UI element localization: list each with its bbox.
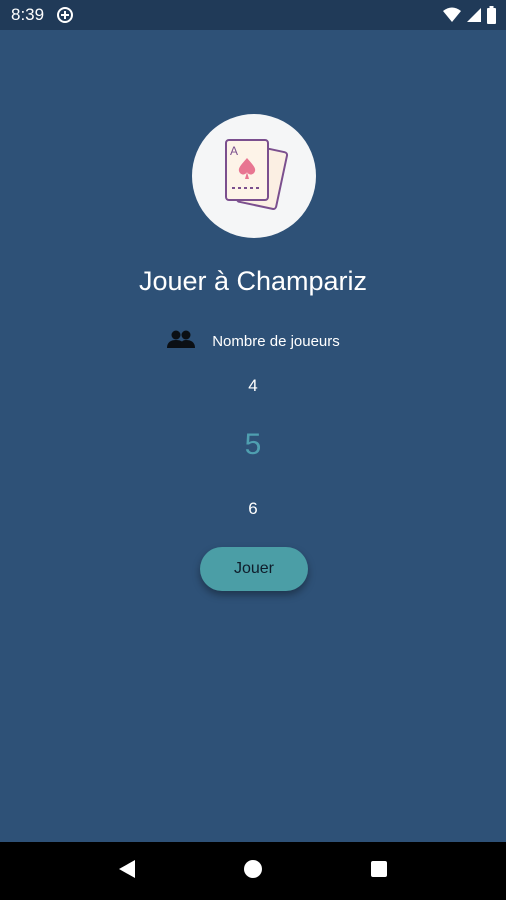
svg-text:A: A — [230, 144, 238, 158]
play-button[interactable]: Jouer — [200, 547, 308, 591]
home-icon — [243, 859, 263, 884]
home-button[interactable] — [233, 851, 273, 891]
players-number-picker[interactable]: 4 5 6 — [203, 372, 303, 522]
app-logo: A — [192, 114, 316, 238]
people-icon — [166, 329, 196, 354]
back-button[interactable] — [107, 851, 147, 891]
navigation-bar — [0, 842, 506, 900]
data-saver-icon — [56, 6, 74, 24]
status-time: 8:39 — [11, 5, 45, 24]
recents-button[interactable] — [359, 851, 399, 891]
wifi-icon — [443, 7, 461, 23]
playing-cards-icon: A — [218, 134, 290, 219]
picker-option-next[interactable]: 6 — [203, 499, 303, 519]
picker-option-prev[interactable]: 4 — [203, 376, 303, 396]
status-bar: 8:39 — [0, 0, 506, 30]
page-title: Jouer à Champariz — [138, 266, 368, 296]
players-count-label: Nombre de joueurs — [212, 332, 340, 350]
recents-icon — [370, 860, 388, 883]
players-count-header: Nombre de joueurs — [0, 328, 506, 354]
battery-icon — [487, 6, 496, 24]
back-icon — [118, 859, 136, 884]
picker-option-selected[interactable]: 5 — [203, 428, 303, 462]
signal-icon — [466, 7, 482, 23]
